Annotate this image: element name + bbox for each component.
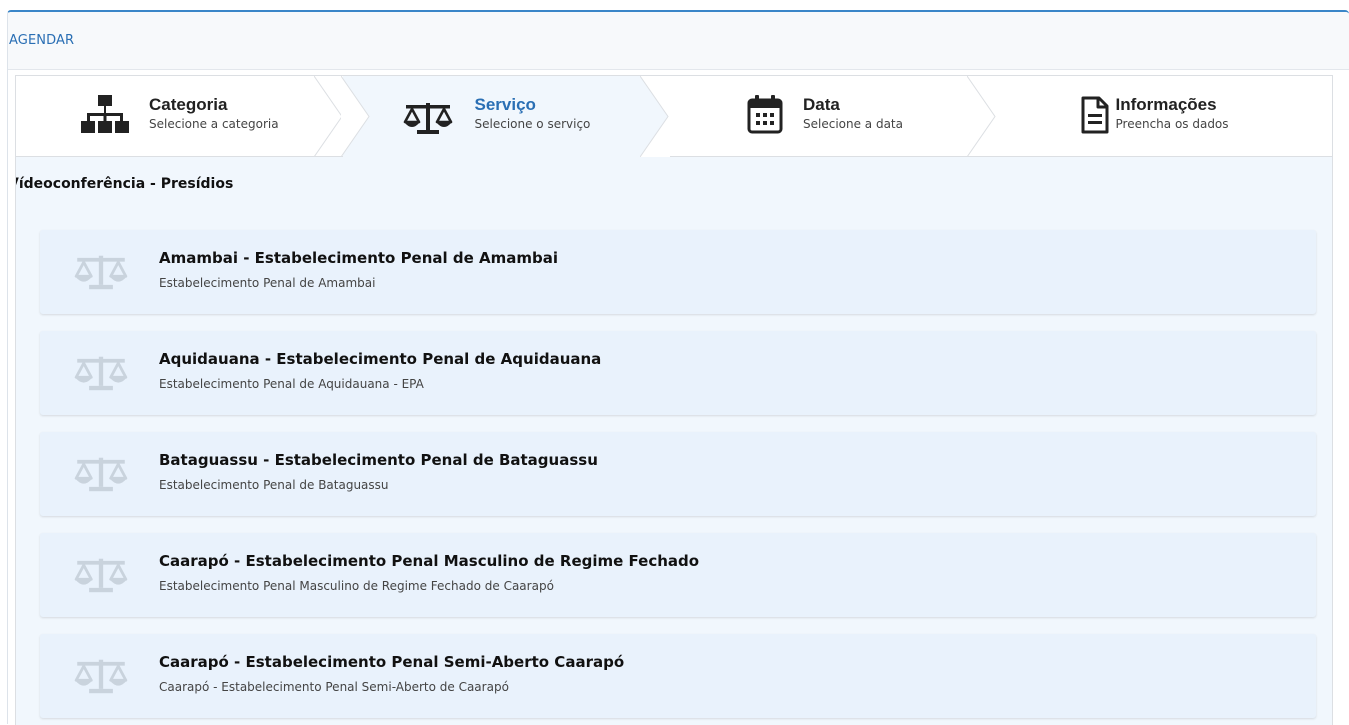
service-subtitle: Estabelecimento Penal Masculino de Regim… [159,579,554,593]
step-informacoes-subtitle: Preencha os dados [1115,117,1229,131]
service-title: Caarapó - Estabelecimento Penal Masculin… [159,552,700,570]
step-separator-chevron [313,76,343,157]
service-item-amambai[interactable]: Amambai - Estabelecimento Penal de Amamb… [40,230,1316,314]
service-subtitle: Estabelecimento Penal de Bataguassu [159,478,389,492]
service-subtitle: Estabelecimento Penal de Amambai [159,276,376,290]
balance-scale-icon [403,103,452,134]
balance-scale-icon [74,659,128,694]
calendar-icon [747,95,783,134]
step-data-subtitle: Selecione a data [803,117,903,131]
booking-wizard: Categoria Selecione a categoria Serviço … [15,75,1333,725]
service-title: Aquidauana - Estabelecimento Penal de Aq… [159,350,602,368]
balance-scale-icon [74,255,128,290]
step-separator-chevron [640,76,670,157]
service-subtitle: Estabelecimento Penal de Aquidauana - EP… [159,377,424,391]
service-title: Amambai - Estabelecimento Penal de Amamb… [159,249,559,267]
service-item-caarapo-semiaberto[interactable]: Caarapó - Estabelecimento Penal Semi-Abe… [40,634,1316,718]
sitemap-icon [81,95,129,133]
service-title: Caarapó - Estabelecimento Penal Semi-Abe… [159,653,625,671]
service-item-aquidauana[interactable]: Aquidauana - Estabelecimento Penal de Aq… [40,331,1316,415]
step-servico-subtitle: Selecione o serviço [474,117,591,131]
document-icon [1081,96,1108,134]
service-item-caarapo-fechado[interactable]: Caarapó - Estabelecimento Penal Masculin… [40,533,1316,617]
service-subtitle: Caarapó - Estabelecimento Penal Semi-Abe… [159,680,509,694]
panel-title: AGENDAR [9,33,75,48]
service-list: Amambai - Estabelecimento Penal de Amamb… [40,230,1316,725]
step-servico-title: Serviço [474,95,536,114]
step-data[interactable]: Data Selecione a data [669,76,996,157]
step-informacoes-title: Informações [1115,95,1217,114]
step-categoria-title: Categoria [149,95,228,114]
service-title: Bataguassu - Estabelecimento Penal de Ba… [159,451,598,469]
balance-scale-icon [74,558,128,593]
balance-scale-icon [74,356,128,391]
balance-scale-icon [74,457,128,492]
step-separator-chevron [966,76,996,157]
step-categoria[interactable]: Categoria Selecione a categoria [16,76,343,157]
service-item-bataguassu[interactable]: Bataguassu - Estabelecimento Penal de Ba… [40,432,1316,516]
step-servico[interactable]: Serviço Selecione o serviço [340,76,670,157]
step-data-title: Data [803,95,840,114]
panel-header: AGENDAR [8,12,1349,70]
step-categoria-subtitle: Selecione a categoria [149,117,279,131]
wizard-steps: Categoria Selecione a categoria Serviço … [16,76,1332,157]
section-title: Vídeoconferência - Presídios [15,176,234,192]
step-informacoes[interactable]: Informações Preencha os dados [995,76,1332,157]
step-entry-notch [340,76,370,157]
